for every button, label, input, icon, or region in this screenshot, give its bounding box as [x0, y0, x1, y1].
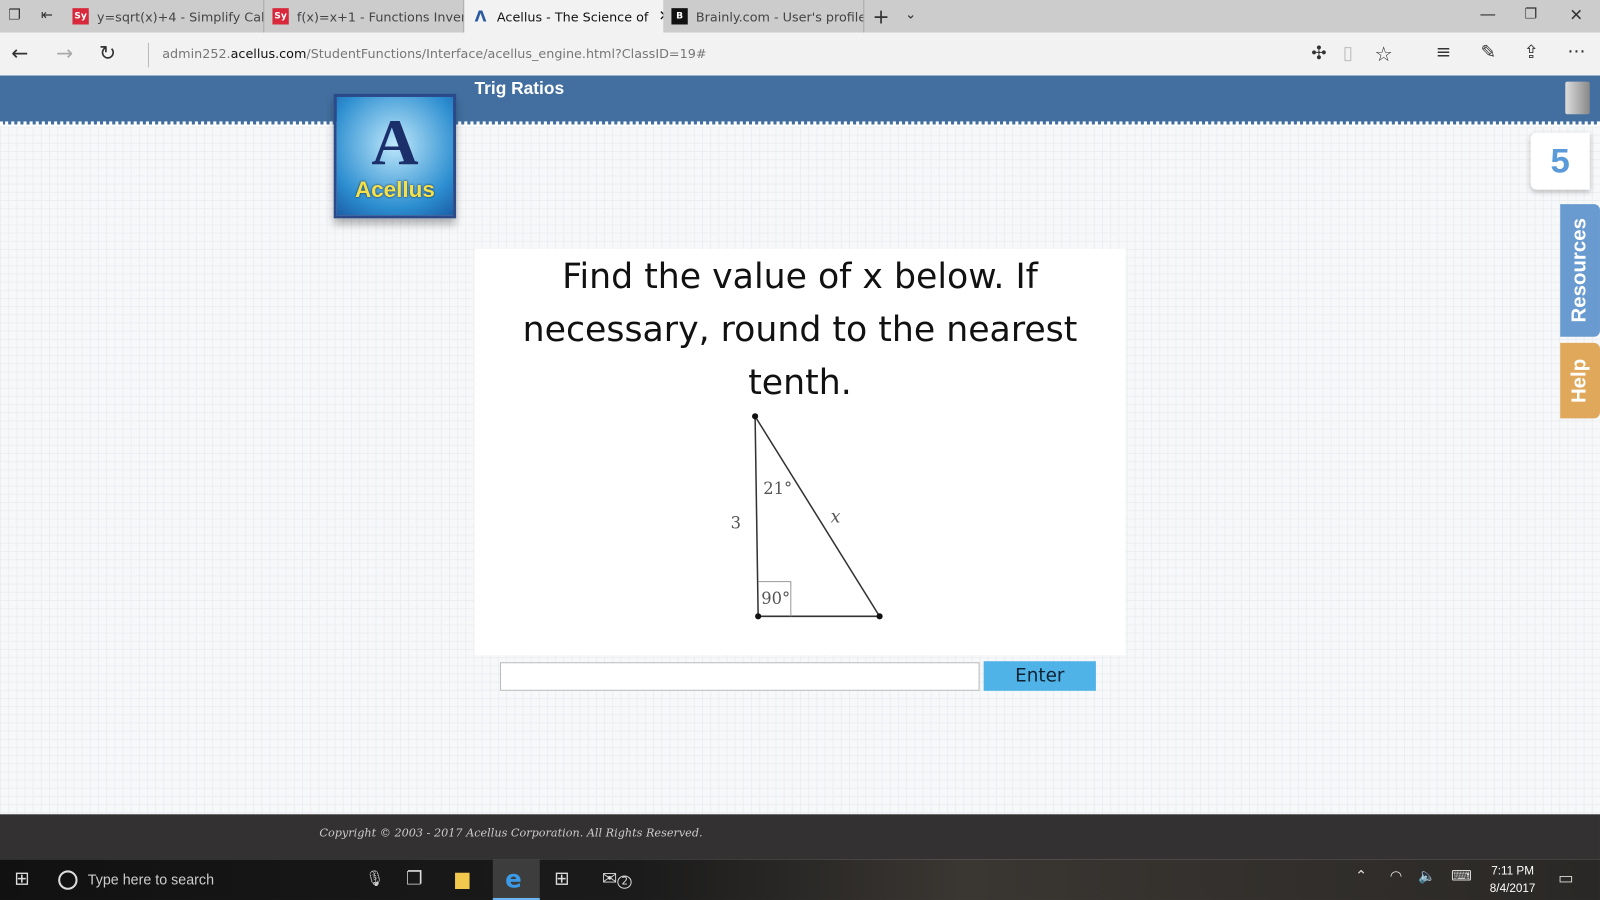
keyboard-icon[interactable]: ⌨ — [1451, 868, 1472, 884]
restore-icon[interactable]: ❐ — [1524, 6, 1537, 22]
enter-button[interactable]: Enter — [983, 661, 1096, 691]
tab-symbolab-1[interactable]: Sy y=sqrt(x)+4 - Simplify Calcu — [64, 0, 265, 33]
favorite-star-icon[interactable]: ☆ — [1374, 42, 1392, 66]
volume-icon[interactable]: 🔈 — [1418, 868, 1436, 884]
divider — [147, 42, 149, 68]
vertex — [876, 613, 883, 620]
page-header — [0, 75, 1600, 125]
set-aside-tabs-icon[interactable]: ⇤ — [41, 7, 53, 23]
url-field[interactable]: admin252.acellus.com/StudentFunctions/In… — [162, 46, 706, 61]
clock[interactable]: 7:11 PM 8/4/2017 — [1490, 863, 1536, 898]
network-icon[interactable]: ◠ — [1390, 868, 1402, 884]
tab-manager-icon[interactable]: ❐ — [8, 7, 21, 23]
mail-icon[interactable]: ✉ 2 — [602, 868, 633, 890]
side-left-label: 3 — [731, 514, 741, 533]
triangle-figure: 21° 90° 3 x — [731, 413, 883, 620]
symbolab-icon: Sy — [72, 8, 89, 25]
counter-badge: 5 — [1530, 132, 1590, 190]
vertex — [755, 613, 762, 620]
edge-icon: e — [505, 865, 522, 894]
store-icon[interactable]: ⊞ — [554, 868, 569, 889]
cortana-icon — [58, 870, 78, 890]
question-text: Find the value of x below. If necessary,… — [522, 256, 1078, 404]
more-icon[interactable]: ⋯ — [1567, 41, 1585, 62]
logo-text: Acellus — [354, 176, 435, 203]
notifications-icon[interactable]: ▭ — [1558, 868, 1573, 887]
refresh-icon[interactable]: ↻ — [99, 41, 116, 65]
copyright-text: Copyright © 2003 - 2017 Acellus Corporat… — [319, 826, 703, 840]
acellus-icon: Λ — [474, 7, 487, 26]
logo-a-icon: A — [371, 106, 419, 179]
new-tab-icon[interactable]: + — [872, 4, 889, 28]
reading-view-icon[interactable]: ▯ — [1343, 43, 1353, 64]
symbolab-icon: Sy — [272, 8, 289, 25]
chevron-up-icon[interactable]: ⌃ — [1355, 868, 1367, 884]
close-window-icon[interactable]: ✕ — [1569, 5, 1583, 24]
footer — [0, 814, 1600, 860]
file-explorer-icon[interactable]: ▆ — [455, 868, 469, 889]
side-hyp-label: x — [831, 507, 841, 527]
exit-door-icon[interactable] — [1565, 81, 1590, 115]
taskbar-search[interactable]: Type here to search 🎙 — [49, 859, 386, 900]
resources-tab[interactable]: Resources — [1560, 204, 1600, 337]
minimize-icon[interactable]: — — [1480, 4, 1496, 23]
brainly-icon: B — [671, 8, 688, 25]
answer-input[interactable] — [499, 662, 980, 691]
edge-taskbar-button[interactable]: e — [492, 859, 540, 900]
vertex — [752, 413, 759, 420]
search-placeholder: Type here to search — [87, 871, 215, 888]
tab-acellus[interactable]: ΛAcellus - The Science of✕ — [464, 0, 664, 33]
extensions-icon[interactable]: ✣ — [1311, 43, 1326, 64]
share-icon[interactable]: ⇪ — [1523, 42, 1538, 63]
hub-icon[interactable]: ≡ — [1436, 42, 1451, 63]
mail-badge: 2 — [617, 875, 633, 889]
web-note-icon[interactable]: ✎ — [1481, 42, 1496, 63]
back-icon[interactable]: ← — [11, 41, 28, 65]
windows-start-icon[interactable]: ⊞ — [14, 868, 29, 889]
task-view-icon[interactable]: ❐ — [406, 868, 422, 889]
microphone-icon[interactable]: 🎙 — [365, 869, 384, 887]
tab-brainly[interactable]: B Brainly.com - User's profile — [663, 0, 865, 33]
help-tab[interactable]: Help — [1560, 342, 1600, 419]
angle-top-label: 21° — [763, 479, 792, 498]
page-title: Trig Ratios — [474, 78, 565, 98]
triangle-shape — [754, 413, 881, 618]
chevron-down-icon[interactable]: ⌄ — [905, 7, 916, 22]
forward-icon[interactable]: → — [56, 41, 73, 65]
tab-symbolab-2[interactable]: Sy f(x)=x+1 - Functions Inverse — [264, 0, 465, 33]
angle-right-label: 90° — [761, 589, 790, 608]
acellus-logo: A Acellus — [333, 93, 457, 219]
